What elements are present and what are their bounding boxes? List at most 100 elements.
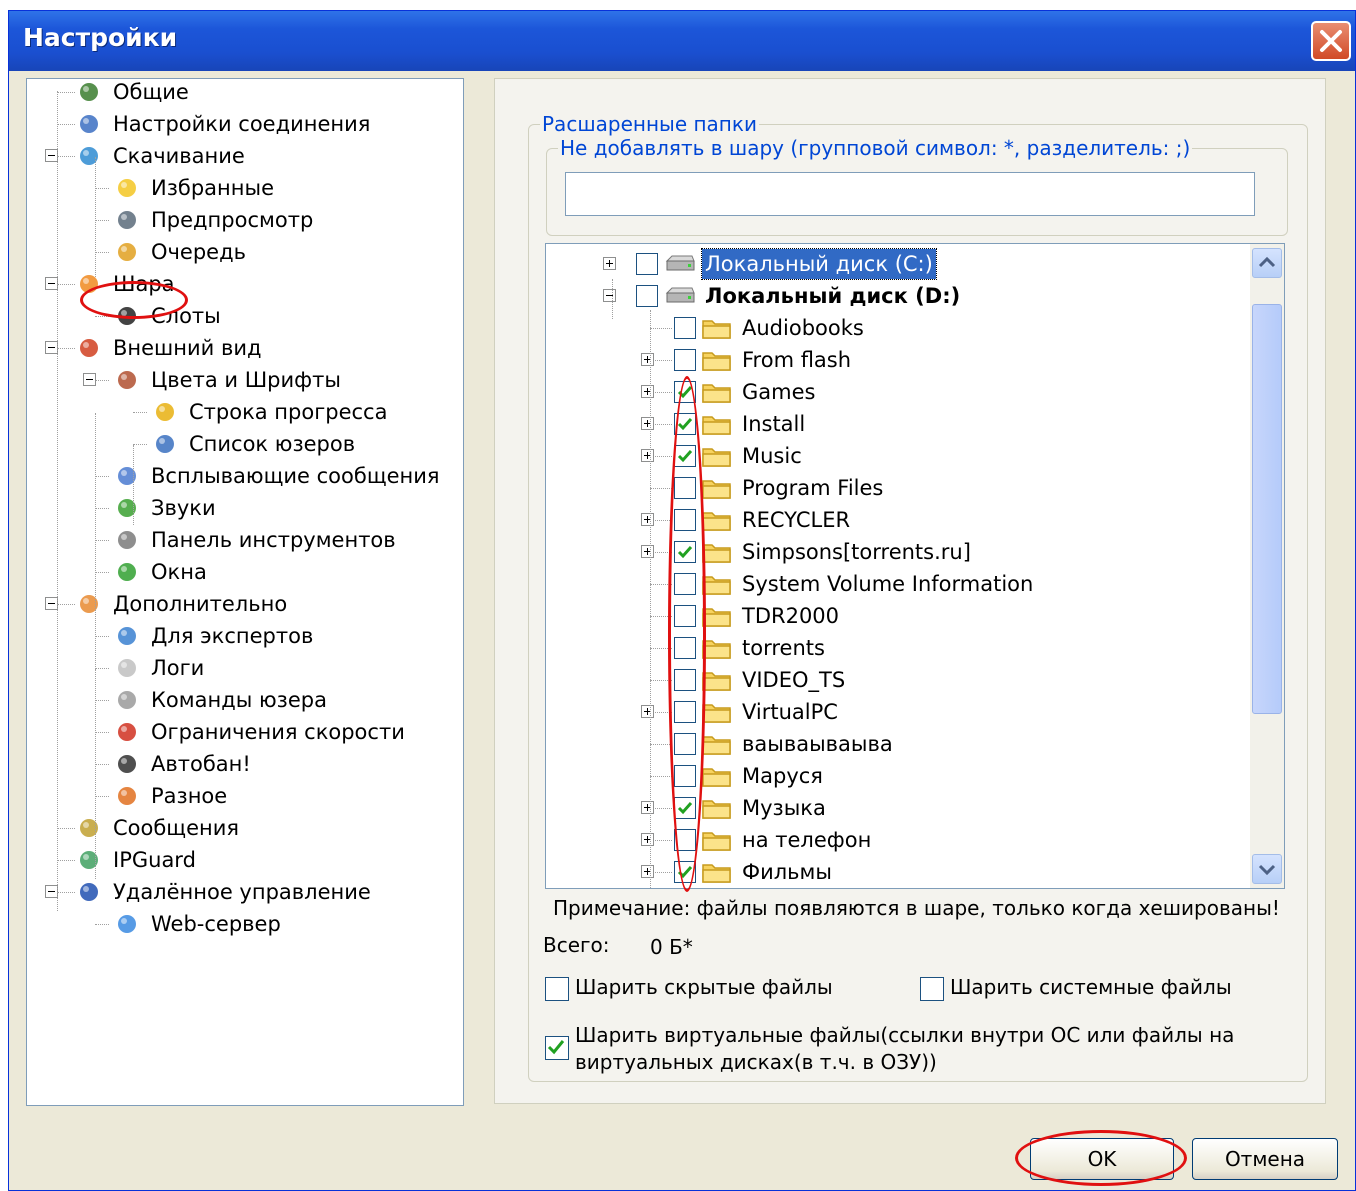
- folder-row[interactable]: VirtualPC: [546, 697, 1246, 727]
- nav-item[interactable]: Общие: [27, 79, 463, 107]
- expand-toggle[interactable]: [641, 865, 654, 878]
- expand-toggle[interactable]: [641, 417, 654, 430]
- nav-item[interactable]: IPGuard: [27, 845, 463, 875]
- folder-icon: [702, 733, 732, 755]
- folder-checkbox[interactable]: [674, 765, 696, 787]
- nav-item[interactable]: Панель инструментов: [27, 525, 463, 555]
- folder-row[interactable]: Install: [546, 409, 1246, 439]
- folder-checkbox[interactable]: [674, 317, 696, 339]
- tree-connector: [95, 540, 109, 541]
- scroll-down-button[interactable]: [1252, 854, 1282, 884]
- nav-item[interactable]: Сообщения: [27, 813, 463, 843]
- nav-item[interactable]: Скачивание: [27, 141, 463, 171]
- scroll-thumb[interactable]: [1252, 304, 1282, 714]
- expand-toggle[interactable]: [641, 513, 654, 526]
- nav-item[interactable]: Всплывающие сообщения: [27, 461, 463, 491]
- nav-item[interactable]: Дополнительно: [27, 589, 463, 619]
- nav-item[interactable]: Web-сервер: [27, 909, 463, 939]
- folder-checkbox[interactable]: [674, 637, 696, 659]
- expand-toggle[interactable]: [641, 449, 654, 462]
- folder-checkbox[interactable]: [674, 445, 696, 467]
- folder-checkbox[interactable]: [674, 349, 696, 371]
- folder-checkbox[interactable]: [674, 861, 696, 883]
- folder-checkbox[interactable]: [674, 413, 696, 435]
- nav-item[interactable]: Удалённое управление: [27, 877, 463, 907]
- folder-checkbox[interactable]: [674, 477, 696, 499]
- nav-item[interactable]: Логи: [27, 653, 463, 683]
- nav-item[interactable]: Окна: [27, 557, 463, 587]
- share-virtual-option[interactable]: Шарить виртуальные файлы(ссылки внутри О…: [545, 1022, 1245, 1078]
- folder-row[interactable]: Music: [546, 441, 1246, 471]
- folder-checkbox[interactable]: [674, 381, 696, 403]
- collapse-toggle[interactable]: [83, 373, 96, 386]
- nav-item[interactable]: Автобан!: [27, 749, 463, 779]
- exclude-pattern-input[interactable]: [565, 172, 1255, 216]
- folder-row[interactable]: TDR2000: [546, 601, 1246, 631]
- nav-item[interactable]: Шара: [27, 269, 463, 299]
- expand-toggle[interactable]: [641, 833, 654, 846]
- folder-row[interactable]: Simpsons[torrents.ru]: [546, 537, 1246, 567]
- nav-item[interactable]: Слоты: [27, 301, 463, 331]
- nav-item[interactable]: Разное: [27, 781, 463, 811]
- folder-row[interactable]: RECYCLER: [546, 505, 1246, 535]
- nav-item[interactable]: Команды юзера: [27, 685, 463, 715]
- tree-scrollbar[interactable]: [1250, 244, 1284, 888]
- nav-item[interactable]: Список юзеров: [27, 429, 463, 459]
- folder-row[interactable]: на телефон: [546, 825, 1246, 855]
- cancel-button[interactable]: Отмена: [1192, 1138, 1338, 1180]
- folder-checkbox[interactable]: [674, 573, 696, 595]
- folder-checkbox[interactable]: [674, 541, 696, 563]
- share-icon: [77, 272, 101, 296]
- expand-toggle[interactable]: [641, 545, 654, 558]
- folder-checkbox[interactable]: [674, 797, 696, 819]
- ok-button[interactable]: OK: [1030, 1138, 1174, 1180]
- expand-toggle[interactable]: [641, 801, 654, 814]
- expand-toggle[interactable]: [641, 353, 654, 366]
- nav-item[interactable]: Строка прогресса: [27, 397, 463, 427]
- folder-row[interactable]: Games: [546, 377, 1246, 407]
- nav-item[interactable]: Звуки: [27, 493, 463, 523]
- folder-row[interactable]: Program Files: [546, 473, 1246, 503]
- network-icon: [77, 112, 101, 136]
- nav-item[interactable]: Ограничения скорости: [27, 717, 463, 747]
- folder-row[interactable]: Музыка: [546, 793, 1246, 823]
- folder-checkbox[interactable]: [674, 509, 696, 531]
- nav-item[interactable]: Избранные: [27, 173, 463, 203]
- folder-checkbox[interactable]: [674, 669, 696, 691]
- title-bar[interactable]: Настройки: [9, 11, 1355, 71]
- folder-checkbox[interactable]: [674, 733, 696, 755]
- folder-row[interactable]: torrents: [546, 633, 1246, 663]
- nav-item[interactable]: Для экспертов: [27, 621, 463, 651]
- collapse-toggle[interactable]: [603, 289, 616, 302]
- nav-item[interactable]: Очередь: [27, 237, 463, 267]
- share-virtual-checkbox[interactable]: [545, 1036, 569, 1060]
- folder-row[interactable]: Фильмы: [546, 857, 1246, 887]
- folder-row[interactable]: From flash: [546, 345, 1246, 375]
- folder-checkbox[interactable]: [674, 701, 696, 723]
- nav-item[interactable]: Предпросмотр: [27, 205, 463, 235]
- nav-item[interactable]: Настройки соединения: [27, 109, 463, 139]
- drive-row[interactable]: Локальный диск (D:): [546, 281, 1246, 311]
- folder-checkbox[interactable]: [674, 829, 696, 851]
- nav-item[interactable]: Внешний вид: [27, 333, 463, 363]
- nav-item-label: Web-сервер: [151, 912, 281, 936]
- expand-toggle[interactable]: [641, 705, 654, 718]
- folder-row[interactable]: System Volume Information: [546, 569, 1246, 599]
- folder-row[interactable]: ваываываыва: [546, 729, 1246, 759]
- expand-toggle[interactable]: [603, 257, 616, 270]
- drive-row[interactable]: Локальный диск (C:): [546, 248, 1246, 280]
- share-system-checkbox[interactable]: [920, 977, 944, 1001]
- drive-checkbox[interactable]: [636, 253, 658, 275]
- share-hidden-checkbox[interactable]: [545, 977, 569, 1001]
- folder-row[interactable]: VIDEO_TS: [546, 665, 1246, 695]
- folder-checkbox[interactable]: [674, 605, 696, 627]
- folder-row[interactable]: Audiobooks: [546, 313, 1246, 343]
- scroll-up-button[interactable]: [1252, 248, 1282, 278]
- user-list-icon: [153, 432, 177, 456]
- folder-label: TDR2000: [742, 604, 840, 628]
- nav-item[interactable]: Цвета и Шрифты: [27, 365, 463, 395]
- folder-row[interactable]: Маруся: [546, 761, 1246, 791]
- close-button[interactable]: [1311, 21, 1351, 61]
- drive-checkbox[interactable]: [636, 285, 658, 307]
- expand-toggle[interactable]: [641, 385, 654, 398]
